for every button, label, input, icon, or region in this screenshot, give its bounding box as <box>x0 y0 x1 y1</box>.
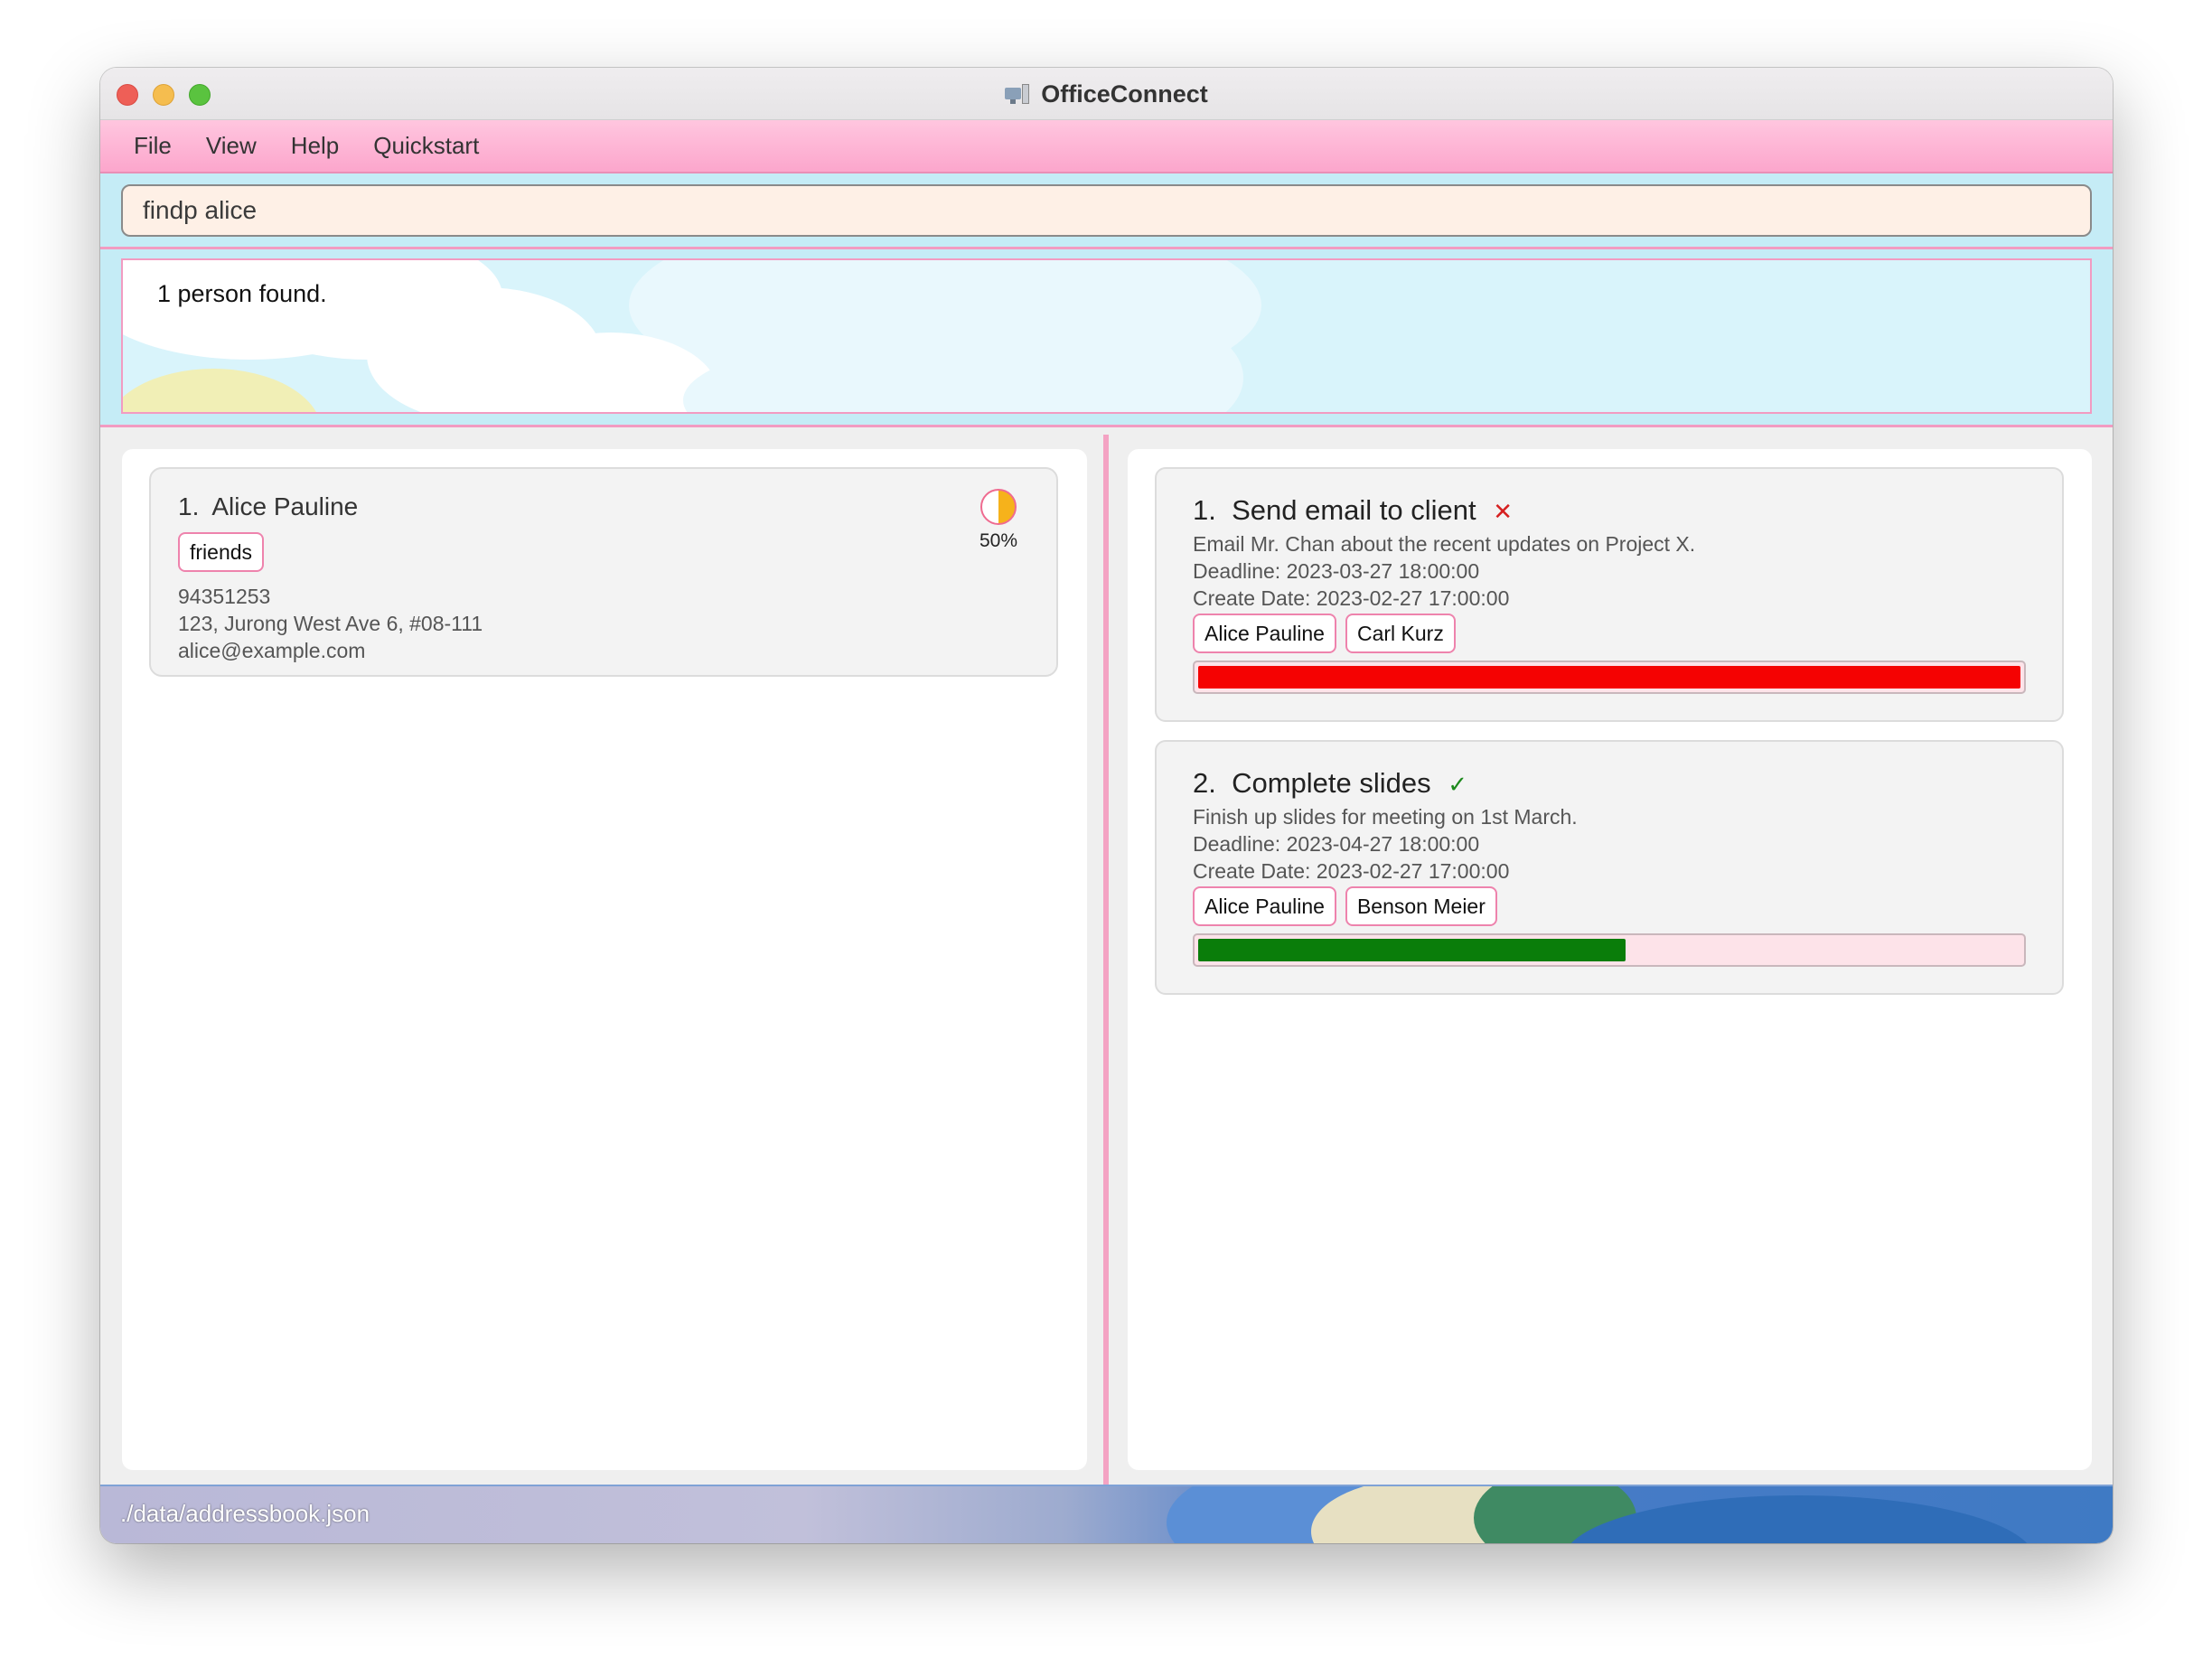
task-index: 2. <box>1193 767 1216 799</box>
task-progress-bar <box>1193 660 2026 694</box>
task-create-date: Create Date: 2023-02-27 17:00:00 <box>1193 859 1510 883</box>
task-progress-bar <box>1193 933 2026 967</box>
person-details: 94351253 123, Jurong West Ave 6, #08-111… <box>178 583 483 664</box>
task-details: Email Mr. Chan about the recent updates … <box>1193 530 1695 612</box>
assignee-tag: Carl Kurz <box>1345 614 1456 653</box>
menu-view[interactable]: View <box>206 132 257 160</box>
person-email: alice@example.com <box>178 639 366 662</box>
status-bar: ./data/addressbook.json <box>100 1485 2113 1543</box>
task-title: 2. Complete slides ✓ <box>1193 767 1467 800</box>
task-create-date: Create Date: 2023-02-27 17:00:00 <box>1193 586 1510 610</box>
assignee-tag: Benson Meier <box>1345 886 1497 926</box>
computer-icon <box>1005 82 1030 106</box>
incomplete-cross-icon: ✕ <box>1493 498 1514 525</box>
task-assignees: Alice Pauline Benson Meier <box>1193 886 1497 926</box>
command-box-area <box>100 173 2113 249</box>
result-display: 1 person found. <box>121 258 2092 414</box>
task-title: 1. Send email to client ✕ <box>1193 494 1513 527</box>
assignee-tag: Alice Pauline <box>1193 886 1336 926</box>
task-index: 1. <box>1193 494 1216 526</box>
person-index: 1. <box>178 492 200 520</box>
title-bar: OfficeConnect <box>100 68 2113 120</box>
task-description: Email Mr. Chan about the recent updates … <box>1193 532 1696 556</box>
result-display-area: 1 person found. <box>100 249 2113 427</box>
person-name: 1. Alice Pauline <box>178 492 358 521</box>
task-details: Finish up slides for meeting on 1st Marc… <box>1193 803 1578 885</box>
person-tag: friends <box>178 532 265 572</box>
person-progress: 50% <box>971 489 1026 552</box>
person-list-panel[interactable]: 1. Alice Pauline friends 94351253 123, J… <box>122 449 1087 1470</box>
progress-pie-icon <box>980 489 1017 525</box>
task-progress-fill <box>1198 666 2020 689</box>
main-content: 1. Alice Pauline friends 94351253 123, J… <box>100 427 2113 1485</box>
save-location-path: ./data/addressbook.json <box>120 1500 370 1527</box>
task-deadline: Deadline: 2023-03-27 18:00:00 <box>1193 559 1480 583</box>
progress-percentage: 50% <box>979 530 1018 551</box>
task-card[interactable]: 2. Complete slides ✓ Finish up slides fo… <box>1155 740 2064 995</box>
task-description: Finish up slides for meeting on 1st Marc… <box>1193 805 1578 829</box>
task-deadline: Deadline: 2023-04-27 18:00:00 <box>1193 832 1480 856</box>
task-assignees: Alice Pauline Carl Kurz <box>1193 614 1456 653</box>
app-window: OfficeConnect File View Help Quickstart … <box>100 68 2113 1543</box>
menu-bar: File View Help Quickstart <box>100 120 2113 173</box>
person-address: 123, Jurong West Ave 6, #08-111 <box>178 612 483 635</box>
task-title-text: Send email to client <box>1232 494 1476 526</box>
person-card[interactable]: 1. Alice Pauline friends 94351253 123, J… <box>149 467 1058 677</box>
window-title: OfficeConnect <box>1041 80 1208 108</box>
person-name-text: Alice Pauline <box>211 492 359 520</box>
menu-quickstart[interactable]: Quickstart <box>373 132 479 160</box>
menu-file[interactable]: File <box>134 132 172 160</box>
task-progress-fill <box>1198 939 1626 961</box>
person-tags: friends <box>178 532 265 572</box>
sun-decoration <box>123 369 322 412</box>
done-check-icon: ✓ <box>1448 771 1468 798</box>
split-pane-divider[interactable] <box>1103 435 1109 1485</box>
assignee-tag: Alice Pauline <box>1193 614 1336 653</box>
menu-help[interactable]: Help <box>291 132 339 160</box>
result-message: 1 person found. <box>157 280 327 307</box>
task-title-text: Complete slides <box>1232 767 1431 799</box>
task-list-panel[interactable]: 1. Send email to client ✕ Email Mr. Chan… <box>1128 449 2092 1470</box>
task-card[interactable]: 1. Send email to client ✕ Email Mr. Chan… <box>1155 467 2064 722</box>
command-input[interactable] <box>121 184 2092 237</box>
person-phone: 94351253 <box>178 585 271 608</box>
